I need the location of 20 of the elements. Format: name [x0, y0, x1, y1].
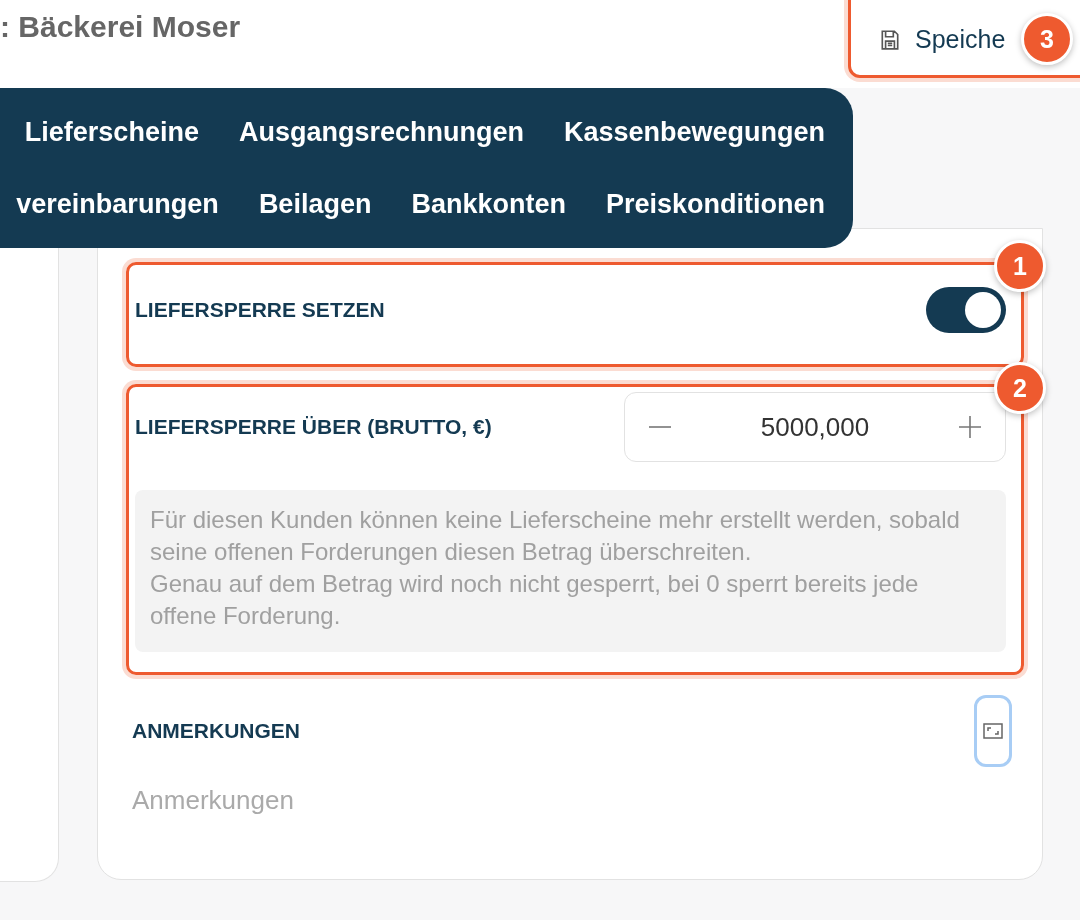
tab[interactable]: Preiskonditionen [605, 188, 825, 220]
field-label: ANMERKUNGEN [132, 719, 300, 743]
tab[interactable]: Kassenbewegungen [563, 116, 825, 148]
expand-button[interactable] [974, 695, 1012, 767]
toggle-switch[interactable] [926, 287, 1006, 333]
tab[interactable]: Lieferscheine [24, 116, 199, 148]
tab[interactable]: Ausgangsrechnungen [238, 116, 524, 148]
field-label: LIEFERSPERRE SETZEN [135, 298, 385, 322]
tab[interactable]: vereinbarungen [16, 188, 219, 220]
callout-badge: 1 [994, 240, 1046, 292]
tab[interactable]: Bankkonten [411, 188, 566, 220]
callout-badge: 3 [1021, 13, 1073, 65]
page-title: : Bäckerei Moser [0, 10, 241, 44]
number-input[interactable]: 5000,000 [624, 392, 1006, 462]
expand-icon [983, 723, 1003, 739]
field-label: LIEFERSPERRE ÜBER (BRUTTO, €) [135, 415, 492, 439]
hint-text: Für diesen Kunden können keine Lieferscheine mehr erstellt werden, sobald seine offenen Forderungen diesen Betrag überschreiten. Genau auf dem Betrag wird noch nicht gesperrt, bei 0 sperrt bereits jede offene Forderung. [135, 490, 1006, 652]
plus-icon[interactable] [959, 416, 981, 438]
tab[interactable]: Beilagen [258, 188, 372, 220]
callout-badge: 2 [994, 362, 1046, 414]
